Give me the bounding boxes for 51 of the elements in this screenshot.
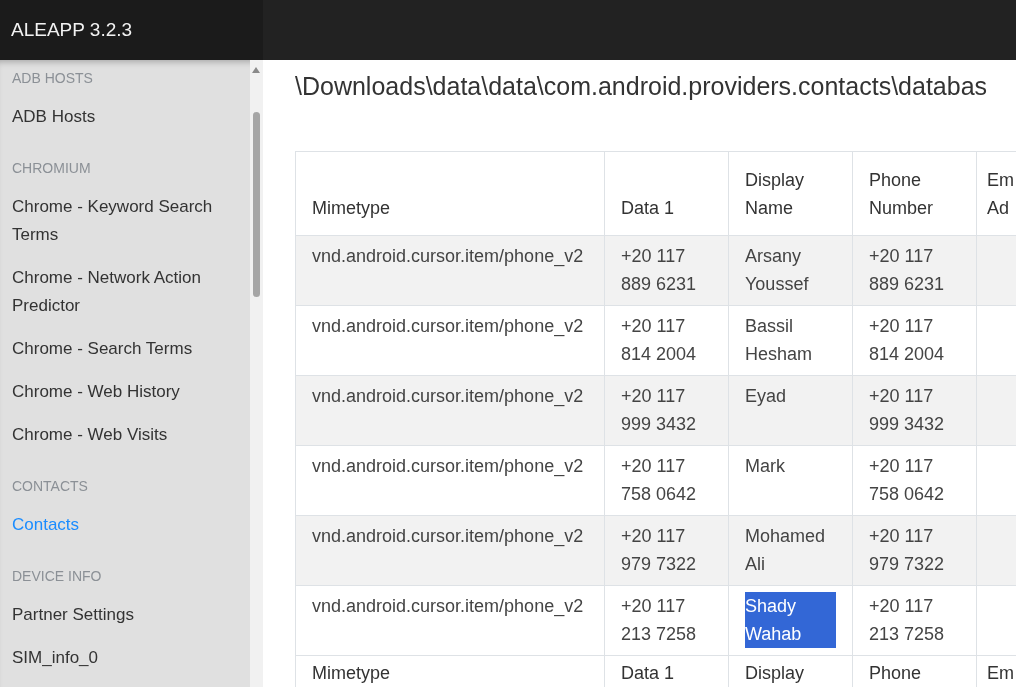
column-header: Mimetype: [295, 151, 605, 236]
sidebar-link[interactable]: Chrome - Network Action Predictor: [12, 264, 238, 320]
scroll-thumb[interactable]: [253, 112, 260, 297]
section-heading: CONTACTS: [12, 478, 88, 494]
column-header: Data 1: [621, 663, 675, 683]
table-cell-text: Mark: [745, 455, 785, 478]
table-cell-text: Bassil Hesham: [745, 315, 814, 366]
table-cell-text: +20 117 758 0642: [869, 455, 946, 506]
table-cell-text: +20 117 814 2004: [869, 315, 946, 366]
app-title: ALEAPP 3.2.3: [11, 19, 133, 41]
sidebar-link[interactable]: Chrome - Web Visits: [12, 421, 168, 449]
column-header: Mimetype: [312, 663, 391, 683]
table-cell-text: +20 117 814 2004: [621, 315, 698, 366]
table-cell-text: +20 117 213 7258: [869, 595, 946, 646]
table-cell-text: +20 117 889 6231: [869, 245, 946, 296]
table-cell-text: +20 117 999 3432: [869, 385, 946, 436]
section-heading: CHROMIUM: [12, 160, 91, 176]
table-cell-text: Mohamed Ali: [745, 525, 827, 576]
table-cell-text: +20 117 979 7322: [869, 525, 946, 576]
sidebar-link[interactable]: Partner Settings: [12, 601, 134, 629]
table-cell-text: +20 117 889 6231: [621, 245, 698, 296]
sidebar-link[interactable]: Chrome - Search Terms: [12, 335, 193, 363]
sidebar-link[interactable]: SIM_info_0: [12, 644, 98, 672]
column-header: Phone: [869, 663, 922, 683]
table-cell-text: vnd.android.cursor.item/phone_v2: [312, 385, 584, 409]
section-heading: DEVICE INFO: [12, 568, 102, 584]
table-cell-text: vnd.android.cursor.item/phone_v2: [312, 245, 584, 269]
column-header: Em Ad: [976, 151, 1016, 236]
sidebar-link[interactable]: Chrome - Keyword Search Terms: [12, 193, 238, 249]
table-cell-text: +20 117 213 7258: [621, 595, 698, 646]
table-cell-text: Arsany Youssef: [745, 245, 810, 296]
table-cell: Shady Wahab: [745, 592, 836, 648]
table-cell-text: +20 117 758 0642: [621, 455, 698, 506]
sidebar-link[interactable]: Chrome - Web History: [12, 378, 180, 406]
column-header: Display: [745, 663, 805, 683]
scrollbar[interactable]: [250, 60, 263, 687]
column-header: Phone Number: [852, 151, 977, 236]
table-cell-text: +20 117 999 3432: [621, 385, 698, 436]
table-cell-text: vnd.android.cursor.item/phone_v2: [312, 595, 584, 619]
table-cell-text: vnd.android.cursor.item/phone_v2: [312, 455, 584, 479]
column-header: Em: [987, 663, 1014, 683]
table-cell-text: Eyad: [745, 385, 787, 408]
file-path: \Downloads\data\data\com.android.providers.contacts\databas: [295, 72, 988, 101]
column-header: Display Name: [728, 151, 853, 236]
scroll-up-icon[interactable]: [252, 67, 260, 73]
table-cell-text: vnd.android.cursor.item/phone_v2: [312, 315, 584, 339]
column-header: Data 1: [604, 151, 729, 236]
section-heading: ADB HOSTS: [12, 70, 93, 86]
table-cell-text: +20 117 979 7322: [621, 525, 698, 576]
table-cell-text: vnd.android.cursor.item/phone_v2: [312, 525, 584, 549]
sidebar-link[interactable]: ADB Hosts: [12, 103, 96, 131]
